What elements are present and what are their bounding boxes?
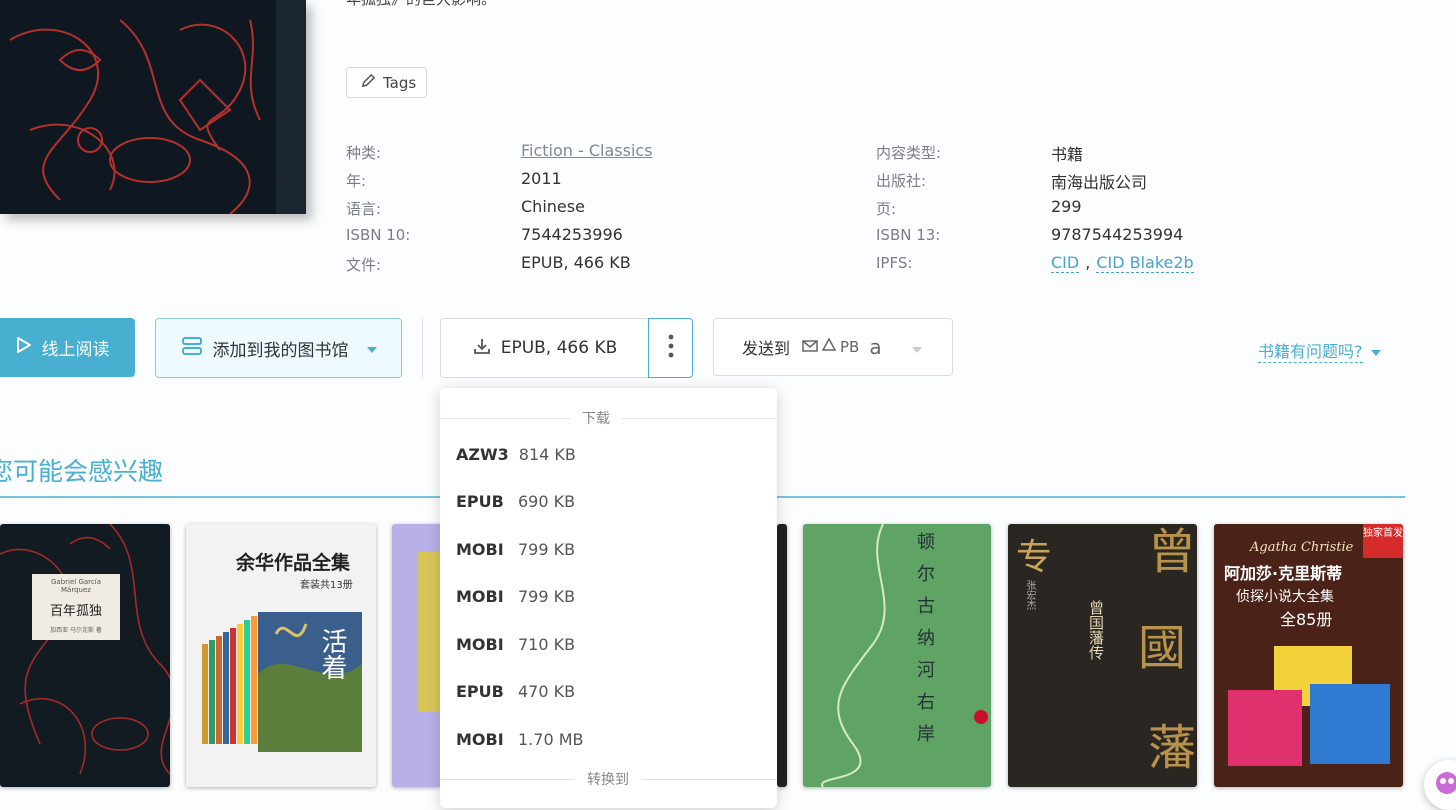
convert-section-header: 转换到 (440, 769, 777, 789)
send-targets: PB a (802, 335, 882, 359)
format-option[interactable]: EPUB 470 KB (456, 682, 575, 701)
pocketbook-label: PB (840, 338, 860, 356)
ipfs-label: IPFS: (876, 254, 913, 272)
cover-tag: 专 (1016, 537, 1053, 578)
play-icon (16, 336, 32, 359)
caret-down-icon (366, 338, 377, 358)
add-to-library-button[interactable]: 添加到我的图书馆 (155, 318, 402, 378)
description-text: 年孤独》的巨大影响。 (346, 0, 496, 9)
assistant-icon (1436, 772, 1456, 794)
recommended-book-cover[interactable] (392, 524, 442, 787)
recommended-book-cover[interactable]: 独家首发 Agatha Christie 阿加莎·克里斯蒂 侦探小说大全集 全8… (1214, 524, 1403, 787)
cover-book-title: 活着 (317, 628, 347, 680)
recommended-book-cover[interactable] (777, 524, 787, 787)
send-to-button[interactable]: 发送到 PB a (713, 318, 953, 376)
cover-big-char-1: 曾 (1148, 524, 1197, 580)
format-option[interactable]: MOBI 710 KB (456, 635, 575, 654)
cover-title: 阿加莎·克里斯蒂 (1224, 564, 1343, 583)
isbn10-label: ISBN 10: (346, 226, 411, 244)
download-button[interactable]: EPUB, 466 KB (440, 318, 650, 378)
cover-subtitle: 加西亚·马尔克斯 著 (50, 627, 102, 634)
tags-label: Tags (383, 73, 417, 92)
book-cover (0, 0, 306, 214)
language-value: Chinese (521, 197, 585, 216)
format-option[interactable]: EPUB 690 KB (456, 492, 575, 511)
cover-title: 百年孤独 (49, 604, 102, 619)
file-value: EPUB, 466 KB (521, 253, 631, 272)
send-to-label: 发送到 (742, 339, 791, 358)
cover-author: Gabriel García Márquez (51, 578, 101, 594)
report-problem-label: 书籍有问题吗? (1258, 338, 1363, 363)
download-section-header: 下载 (440, 408, 777, 428)
category-label: 种类: (346, 144, 382, 162)
cover-brand: Agatha Christie (1250, 540, 1354, 555)
download-icon (473, 337, 491, 360)
cover-subtitle: 侦探小说大全集 (1236, 589, 1334, 605)
publisher-value: 南海出版公司 (1051, 173, 1148, 192)
add-to-library-label: 添加到我的图书馆 (212, 340, 349, 361)
read-online-label: 线上阅读 (41, 340, 110, 360)
ipfs-cid-link[interactable]: CID (1051, 253, 1080, 273)
download-label: EPUB, 466 KB (500, 338, 618, 358)
cover-big-char-2: 國 (1138, 620, 1187, 676)
cover-author: 张宏杰 (1024, 580, 1035, 610)
ipfs-links: CID , CID Blake2b (1051, 253, 1194, 273)
isbn13-label: ISBN 13: (876, 226, 941, 244)
drive-icon (821, 337, 837, 356)
pencil-icon (361, 73, 376, 92)
tags-button[interactable]: Tags (346, 67, 428, 98)
exclusive-badge: 独家首发 (1363, 524, 1403, 558)
year-value: 2011 (521, 169, 562, 188)
read-online-button[interactable]: 线上阅读 (0, 318, 135, 377)
content-type-label: 内容类型: (876, 144, 942, 162)
recommended-book-cover[interactable]: 余华作品全集 套装共13册 活着 (186, 524, 376, 787)
recommended-book-cover[interactable]: 专 曾 國 藩 曾国藩传 张宏杰 (1008, 524, 1197, 787)
section-title: 您可能会感兴趣 (0, 457, 164, 486)
category-link[interactable]: Fiction - Classics (521, 141, 653, 160)
ipfs-blake2b-link[interactable]: CID Blake2b (1096, 253, 1194, 273)
email-icon (802, 338, 818, 356)
recommended-book-cover[interactable]: Gabriel García Márquez 百年孤独 加西亚·马尔克斯 著 (0, 524, 170, 787)
pages-label: 页: (876, 200, 897, 218)
download-formats-dropdown: 下载 AZW3 814 KB EPUB 690 KB MOBI 799 KB MOBI… (440, 388, 777, 808)
isbn13-value: 9787544253994 (1051, 225, 1184, 244)
format-option[interactable]: MOBI 799 KB (456, 540, 575, 559)
more-formats-button[interactable] (648, 318, 693, 378)
publisher-label: 出版社: (876, 172, 927, 190)
action-divider (422, 318, 423, 378)
cover-title: 顿尔古纳河右岸 (914, 532, 935, 756)
more-vertical-icon (668, 334, 674, 362)
amazon-icon: a (869, 335, 882, 359)
report-problem-link[interactable]: 书籍有问题吗? (1258, 338, 1381, 363)
cover-count: 全85册 (1280, 610, 1333, 629)
caret-down-icon (911, 338, 922, 357)
isbn10-value: 7544253996 (521, 225, 623, 244)
format-option[interactable]: MOBI 1.70 MB (456, 730, 584, 749)
year-label: 年: (346, 172, 367, 190)
format-option[interactable]: MOBI 799 KB (456, 587, 575, 606)
library-icon (181, 336, 203, 361)
cover-big-char-3: 藩 (1148, 720, 1197, 776)
cover-title: 曾国藩传 (1087, 600, 1105, 660)
recommended-book-cover[interactable]: 顿尔古纳河右岸 (803, 524, 991, 787)
language-label: 语言: (346, 200, 382, 218)
format-option[interactable]: AZW3 814 KB (456, 445, 576, 464)
caret-down-icon (1370, 341, 1381, 360)
ipfs-separator: , (1085, 253, 1091, 272)
assistant-button[interactable] (1424, 760, 1456, 810)
content-type-value: 书籍 (1051, 145, 1084, 164)
pages-value: 299 (1051, 197, 1082, 216)
file-label: 文件: (346, 256, 382, 274)
